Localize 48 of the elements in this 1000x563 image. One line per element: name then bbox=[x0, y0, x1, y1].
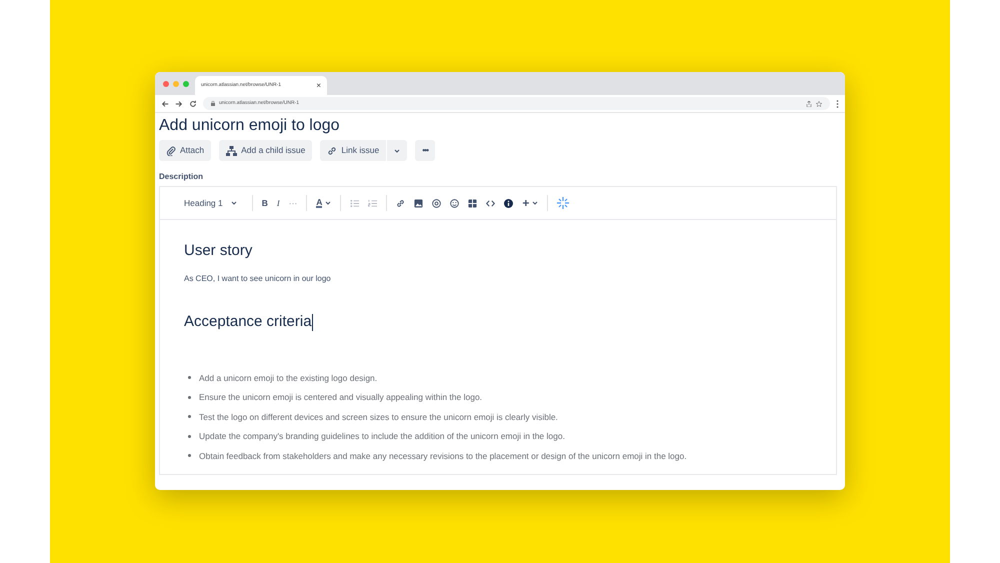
back-icon[interactable] bbox=[161, 100, 169, 108]
reload-icon[interactable] bbox=[189, 100, 197, 108]
bullet-icon bbox=[188, 415, 191, 418]
issue-title: Add unicorn emoji to logo bbox=[159, 116, 341, 136]
list-item-text: Test the logo on different devices and screen sizes to ensure the unicorn emoji is clearly visible. bbox=[199, 410, 558, 424]
bullet-icon bbox=[188, 396, 191, 399]
attach-button[interactable]: Attach bbox=[159, 140, 212, 162]
text-cursor bbox=[312, 314, 313, 331]
link-issue-button[interactable]: Link issue bbox=[320, 140, 386, 162]
caret-icon bbox=[230, 201, 237, 206]
heading-text: User story bbox=[184, 242, 254, 260]
bold-button[interactable]: B bbox=[262, 198, 268, 208]
code-icon[interactable] bbox=[486, 198, 496, 208]
table-icon[interactable] bbox=[468, 198, 478, 208]
hierarchy-icon bbox=[226, 146, 238, 156]
bullet-icon bbox=[188, 376, 191, 380]
bullet-icon bbox=[188, 454, 191, 458]
image-icon[interactable] bbox=[414, 198, 424, 208]
more-button[interactable]: ••• bbox=[415, 140, 436, 162]
mention-icon[interactable] bbox=[432, 198, 442, 208]
link-icon[interactable] bbox=[396, 198, 406, 208]
paperclip-icon bbox=[166, 146, 176, 156]
insert-dropdown[interactable]: + bbox=[522, 197, 538, 210]
list-item-text: Ensure the unicorn emoji is centered and visually appealing within the logo. bbox=[199, 391, 482, 404]
caret-icon bbox=[532, 201, 538, 206]
lock-icon bbox=[211, 101, 215, 106]
tab-close-button[interactable]: × bbox=[316, 82, 321, 90]
paragraph-text: As CEO, I want to see unicorn in our logo bbox=[184, 273, 332, 286]
link-icon bbox=[327, 146, 338, 156]
star-icon[interactable] bbox=[816, 100, 822, 106]
sparkle-icon[interactable] bbox=[557, 197, 570, 210]
info-icon[interactable] bbox=[504, 198, 514, 208]
caret-icon bbox=[325, 201, 332, 206]
forward-icon[interactable] bbox=[175, 100, 183, 108]
caret-icon bbox=[394, 148, 400, 153]
text-color-dropdown[interactable]: A bbox=[316, 198, 332, 208]
heading-text: Acceptance criteria bbox=[184, 313, 312, 332]
list-item-text: Update the company's branding guidelines to include the addition of the unicorn emoji in the logo. bbox=[199, 430, 565, 443]
list-item-text: Add a unicorn emoji to the existing logo design. bbox=[199, 372, 378, 384]
list-item-text: Obtain feedback from stakeholders and make any necessary revisions to the placement or design of the unicorn emoji in the logo. bbox=[199, 450, 687, 462]
share-icon[interactable] bbox=[806, 100, 812, 106]
emoji-icon[interactable] bbox=[450, 198, 460, 208]
italic-button[interactable]: I bbox=[276, 198, 280, 208]
menu-icon[interactable] bbox=[836, 100, 839, 108]
add-child-issue-button[interactable]: Add a child issue bbox=[219, 140, 312, 162]
heading-style-dropdown[interactable]: Heading 1 bbox=[184, 198, 237, 208]
bullet-icon bbox=[188, 434, 191, 438]
description-label: Description bbox=[159, 171, 204, 184]
